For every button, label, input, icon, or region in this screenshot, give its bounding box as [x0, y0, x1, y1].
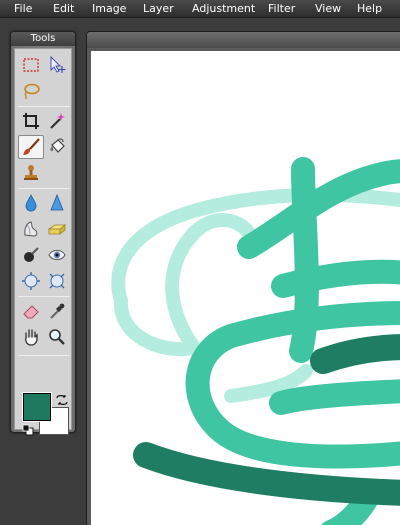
tools-grid — [14, 48, 72, 436]
crop-icon — [23, 113, 39, 129]
hand-tool[interactable] — [18, 325, 44, 349]
pinch-icon — [49, 273, 65, 289]
brush-icon — [23, 138, 40, 155]
drawing-canvas[interactable] — [91, 51, 400, 525]
pinch-tool[interactable] — [44, 269, 70, 293]
magic-wand-tool[interactable] — [44, 109, 70, 133]
menu-help[interactable]: Help — [357, 2, 382, 15]
hand-icon — [25, 329, 38, 346]
smudge-tool[interactable] — [18, 217, 44, 241]
red-eye-tool[interactable] — [44, 243, 70, 267]
menu-view[interactable]: View — [315, 2, 341, 15]
document-window — [86, 31, 400, 525]
eraser-icon — [23, 305, 39, 319]
menu-edit[interactable]: Edit — [53, 2, 74, 15]
menu-filter[interactable]: Filter — [268, 2, 295, 15]
marquee-icon — [23, 58, 39, 72]
reset-colors-icon[interactable] — [22, 424, 34, 436]
triangle-icon — [50, 193, 64, 211]
smudge-icon — [24, 221, 38, 237]
eraser-tool[interactable] — [18, 299, 44, 323]
marquee-select-tool[interactable] — [18, 53, 44, 77]
stamp-icon — [24, 165, 38, 180]
sponge-icon — [47, 224, 67, 235]
eyedropper-icon — [50, 303, 65, 319]
menu-layer[interactable]: Layer — [143, 2, 174, 15]
color-picker-tool[interactable] — [44, 299, 70, 323]
crop-tool[interactable] — [18, 109, 44, 133]
dodge-tool[interactable] — [18, 243, 44, 267]
fill-bucket-icon — [50, 138, 65, 153]
drop-icon — [25, 194, 37, 212]
swap-colors-icon[interactable] — [55, 394, 69, 406]
foreground-color-swatch[interactable] — [22, 392, 52, 422]
stroke-mid-3 — [271, 259, 400, 298]
zoom-tool[interactable] — [44, 325, 70, 349]
bloat-tool[interactable] — [18, 269, 44, 293]
magnifier-icon — [49, 329, 65, 345]
dodge-icon — [24, 247, 39, 262]
sharpen-tool[interactable] — [44, 191, 70, 215]
stroke-mid-2 — [237, 159, 400, 259]
document-titlebar[interactable] — [87, 32, 400, 48]
move-tool[interactable] — [44, 53, 70, 77]
tools-panel: Tools — [10, 31, 76, 436]
menu-file[interactable]: File — [14, 2, 32, 15]
lasso-tool[interactable] — [18, 79, 44, 103]
fill-bucket-tool[interactable] — [44, 135, 70, 159]
brush-strokes — [111, 157, 400, 525]
menu-adjustment[interactable]: Adjustment — [192, 2, 255, 15]
brush-tool[interactable] — [18, 135, 44, 159]
sponge-tool[interactable] — [44, 217, 70, 241]
stroke-dark-1 — [310, 334, 400, 374]
move-arrow-icon — [50, 55, 66, 73]
clone-stamp-tool[interactable] — [18, 161, 44, 185]
tools-panel-title[interactable]: Tools — [11, 32, 75, 46]
blur-tool[interactable] — [18, 191, 44, 215]
magic-wand-icon — [50, 113, 65, 129]
bloat-icon — [22, 272, 40, 290]
menu-image[interactable]: Image — [92, 2, 126, 15]
stroke-mid-5 — [269, 379, 400, 415]
menu-bar: File Edit Image Layer Adjustment Filter … — [0, 0, 400, 18]
lasso-icon — [24, 83, 40, 100]
eye-icon — [48, 250, 66, 260]
